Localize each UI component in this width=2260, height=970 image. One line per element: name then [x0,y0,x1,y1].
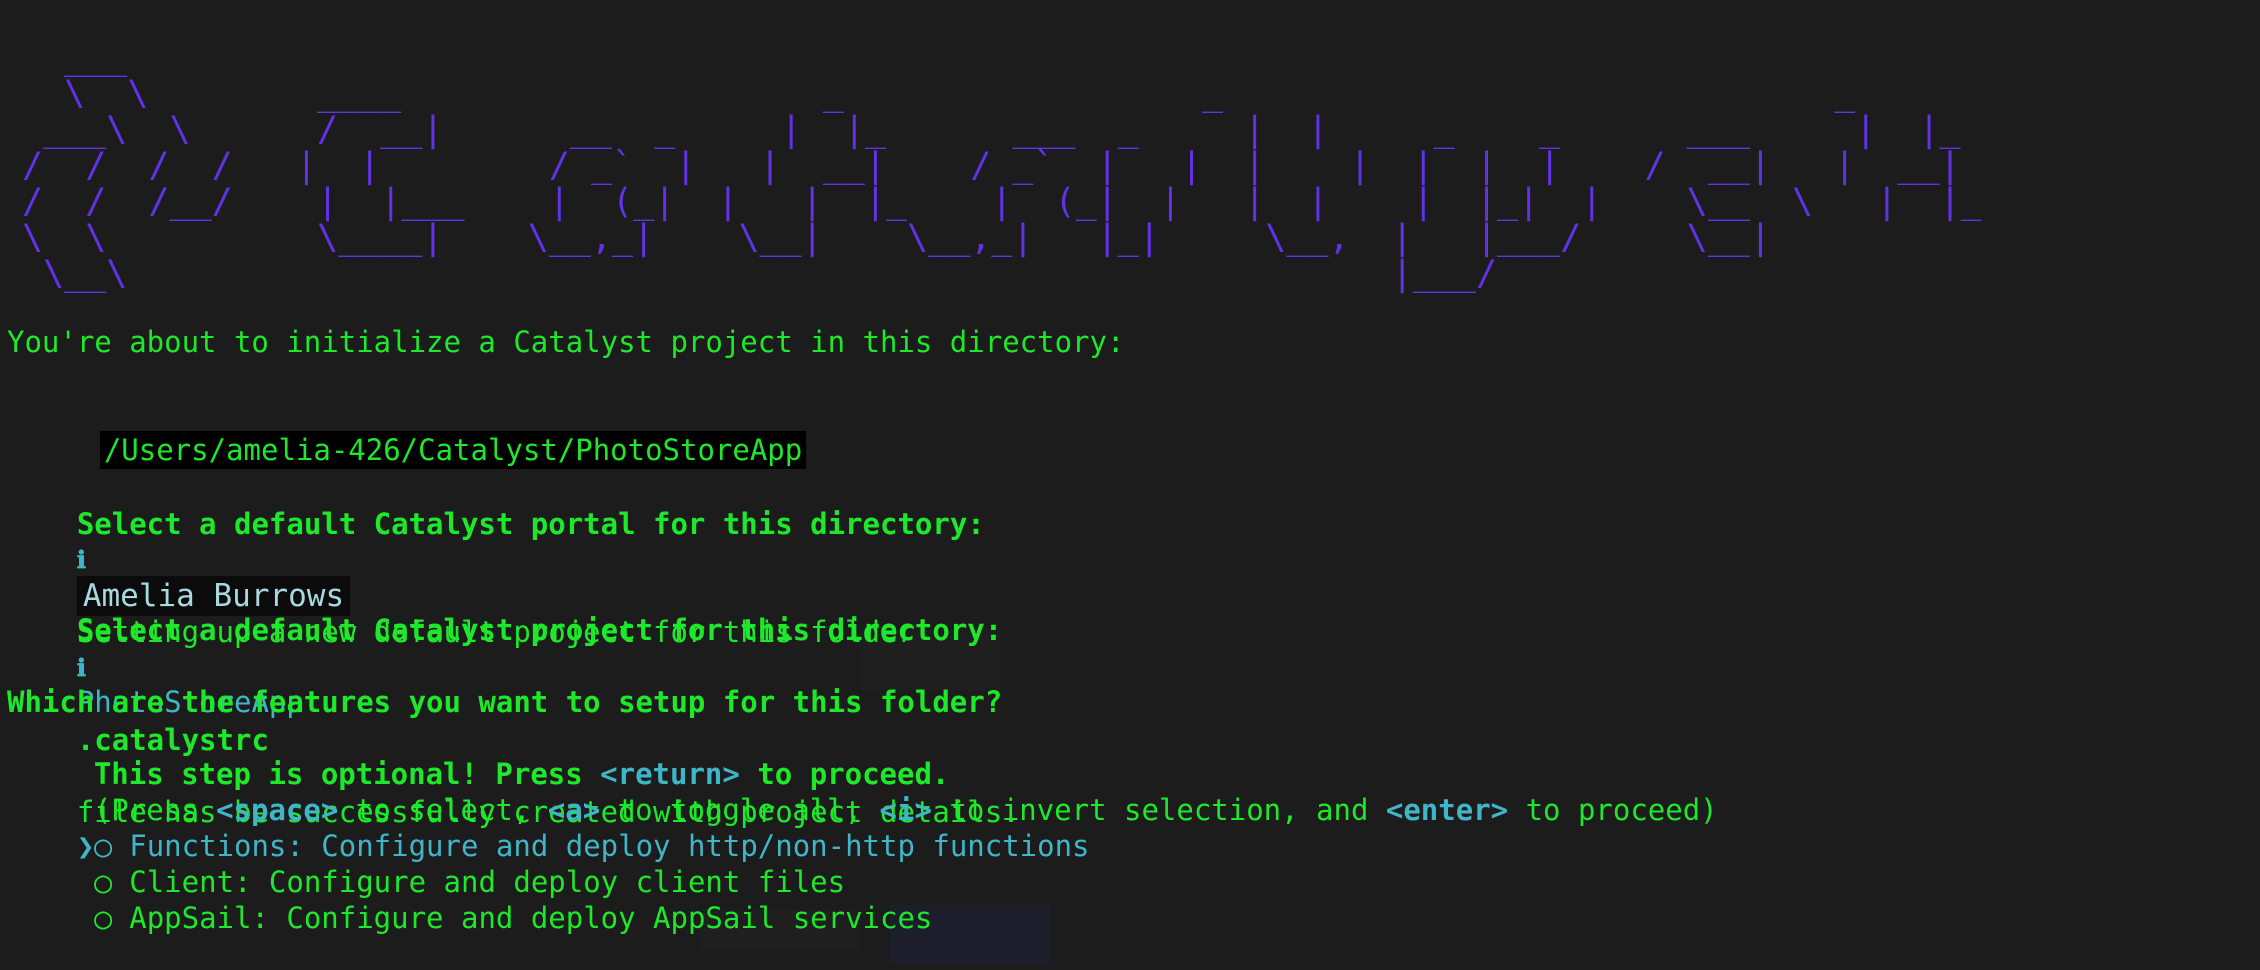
intro-line: You're about to initialize a Catalyst pr… [7,325,1125,359]
info-icon: ℹ [76,654,86,682]
directory-path: /Users/amelia-426/Catalyst/PhotoStoreApp [99,431,807,469]
choice-appsail[interactable]: ◯ AppSail: Configure and deploy AppSail … [7,864,932,970]
radio-circle-icon[interactable]: ◯ [94,901,111,935]
pointer-icon [77,901,94,935]
info-icon: ℹ [76,546,86,574]
help-text: to proceed) [1508,793,1718,827]
terminal-window: ___ \ \ ____ _ _ _ ___\ \ / __| __ _ | |… [0,0,2260,970]
features-question: Which are the features you want to setup… [7,685,1003,719]
choice-label: AppSail: Configure and deploy AppSail se… [129,901,933,935]
enter-key-hint: <enter> [1385,793,1509,827]
catalyst-ascii-logo: ___ \ \ ____ _ _ _ ___\ \ / __| __ _ | |… [22,38,1982,294]
